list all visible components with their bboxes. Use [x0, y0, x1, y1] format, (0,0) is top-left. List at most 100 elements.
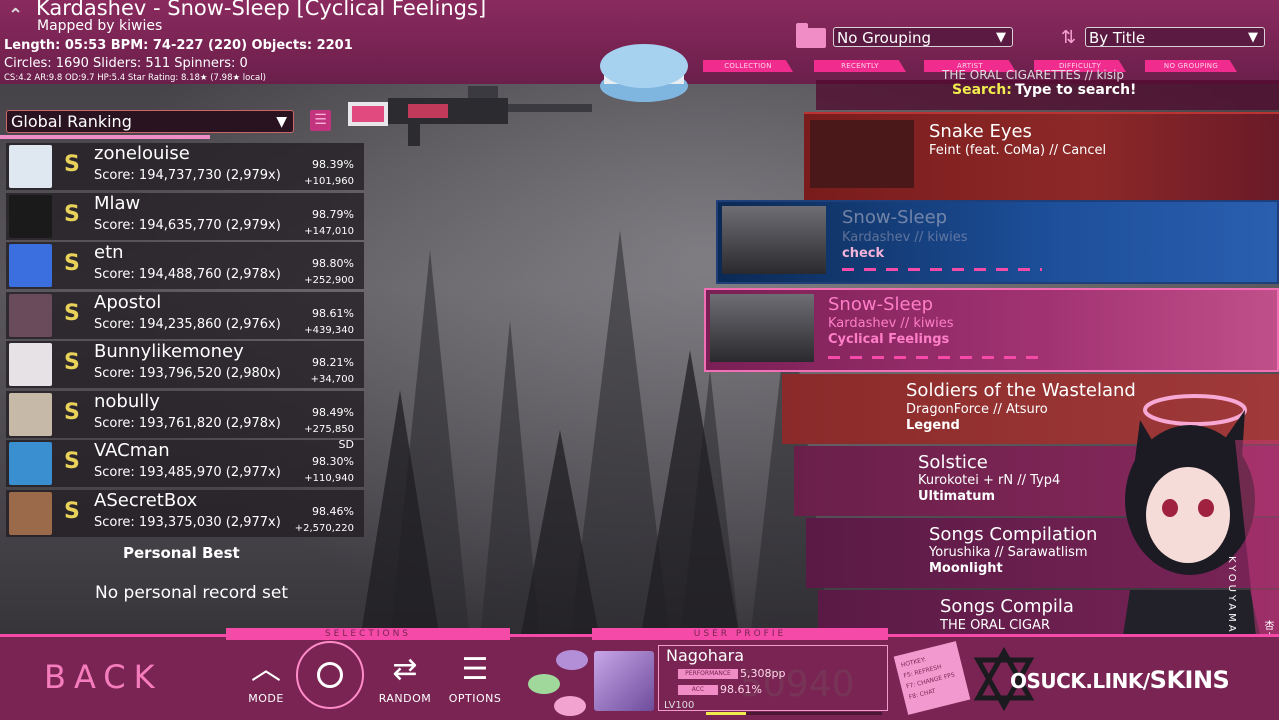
- player-pp: +110,940: [304, 473, 354, 484]
- player-pp: +439,340: [304, 325, 354, 336]
- player-score: Score: 194,635,770 (2,979x): [94, 218, 281, 233]
- player-name: zonelouise: [94, 143, 190, 164]
- chevron-up-icon[interactable]: ⌃: [8, 5, 28, 26]
- song-panel[interactable]: Snake Eyes Feint (feat. CoMa) // Cancel: [804, 112, 1279, 200]
- beatmap-stats-objects: Circles: 1690 Sliders: 511 Spinners: 0: [4, 56, 248, 71]
- player-pp: +101,960: [304, 176, 354, 187]
- star-bar: [842, 268, 1042, 271]
- player-accuracy: 98.30%: [312, 455, 354, 468]
- song-artist: Kardashev // kiwies: [828, 316, 954, 331]
- search-placeholder: Type to search!: [1015, 82, 1137, 98]
- user-pp: 5,308pp: [740, 667, 786, 680]
- sort-arrows-icon: ⇅: [1061, 27, 1077, 48]
- player-mods: SD: [338, 438, 354, 451]
- song-panel-selected[interactable]: Snow-Sleep Kardashev // kiwies Cyclical …: [704, 288, 1279, 372]
- player-accuracy: 98.61%: [312, 307, 354, 320]
- player-accuracy: 98.79%: [312, 208, 354, 221]
- options-button[interactable]: ☰ OPTIONS: [440, 648, 510, 716]
- options-label: OPTIONS: [448, 692, 502, 705]
- player-accuracy: 98.80%: [312, 257, 354, 270]
- avatar[interactable]: [594, 651, 654, 711]
- skin-brand-text: OSUCK.LINK/SKINS: [1010, 666, 1230, 694]
- song-difficulty: Moonlight: [929, 561, 1003, 576]
- song-panel-difficulty[interactable]: Snow-Sleep Kardashev // kiwies check: [716, 200, 1279, 284]
- player-name: Apostol: [94, 292, 162, 313]
- user-accuracy: 98.61%: [720, 683, 762, 696]
- player-accuracy: 98.46%: [312, 505, 354, 518]
- tab-collection[interactable]: COLLECTION: [703, 60, 793, 72]
- song-artist: Yorushika // Sarawatlism: [929, 545, 1088, 560]
- chevron-down-icon: ▼: [996, 30, 1006, 45]
- player-name: Mlaw: [94, 193, 141, 214]
- song-artist-cut: THE ORAL CIGARETTES // kisip: [942, 68, 1124, 82]
- grade-badge: S: [64, 449, 80, 474]
- search-bar[interactable]: THE ORAL CIGARETTES // kisip Search: Typ…: [816, 68, 1279, 110]
- tab-no-grouping[interactable]: NO GROUPING: [1145, 60, 1237, 72]
- search-label: Search:: [952, 82, 1012, 98]
- personal-best-label: Personal Best: [123, 544, 240, 562]
- list-icon[interactable]: ☰: [310, 110, 331, 131]
- song-difficulty: check: [842, 246, 885, 261]
- score-row[interactable]: Snobully Score: 193,761,820 (2,978x) 98.49…: [6, 391, 364, 438]
- random-button[interactable]: ⇄ RANDOM: [370, 648, 440, 716]
- avatar: [9, 294, 52, 337]
- score-row[interactable]: S Bunnylikemoney Score: 193,796,520 (2,980…: [6, 341, 364, 388]
- score-row[interactable]: S Apostol Score: 194,235,860 (2,976x) 98.61…: [6, 292, 364, 339]
- user-name: Nagohara: [666, 646, 745, 665]
- grade-badge: S: [64, 301, 80, 326]
- grade-badge: S: [64, 152, 80, 177]
- user-profile-label: USER PROFIE: [592, 628, 888, 640]
- beatmap-stats-length: Length: 05:53 BPM: 74-227 (220) Objects:…: [4, 38, 353, 53]
- grade-badge: S: [64, 350, 80, 375]
- song-artist: THE ORAL CIGAR: [940, 618, 1050, 633]
- mode-button[interactable]: ︿ MODE: [231, 648, 301, 716]
- ranking-dropdown[interactable]: Global Ranking ▼: [6, 110, 294, 133]
- score-row[interactable]: Szonelouise Score: 194,737,730 (2,979x) 98…: [6, 143, 364, 190]
- player-name: etn: [94, 242, 124, 263]
- osu-mode-icon[interactable]: [296, 641, 364, 709]
- ranking-underline: [0, 135, 210, 139]
- grade-badge: S: [64, 400, 80, 425]
- song-artist: DragonForce // Atsuro: [906, 402, 1048, 417]
- chevron-down-icon: ▼: [276, 114, 287, 130]
- ranking-dropdown-value: Global Ranking: [11, 112, 132, 131]
- avatar: [9, 244, 52, 287]
- sort-dropdown[interactable]: By Title ▼: [1085, 27, 1265, 47]
- song-thumbnail: [710, 294, 814, 362]
- grade-badge: S: [64, 499, 80, 524]
- avatar: [9, 195, 52, 238]
- mode-label: MODE: [248, 692, 284, 705]
- song-difficulty: Ultimatum: [918, 489, 996, 504]
- random-label: RANDOM: [378, 692, 432, 705]
- personal-best-empty: No personal record set: [95, 583, 289, 603]
- score-row[interactable]: Setn Score: 194,488,760 (2,978x) 98.80% +25…: [6, 242, 364, 289]
- avatar: [9, 343, 52, 386]
- xp-bar-fill: [706, 712, 746, 715]
- score-row[interactable]: S Mlaw Score: 194,635,770 (2,979x) 98.79% +1…: [6, 193, 364, 240]
- tab-recently[interactable]: RECENTLY: [814, 60, 906, 72]
- avatar: [9, 393, 52, 436]
- player-score: Score: 193,796,520 (2,980x): [94, 366, 281, 381]
- player-name: nobully: [94, 391, 160, 412]
- beatmap-title: Kardashev - Snow-Sleep [Cyclical Feeling…: [36, 0, 487, 20]
- player-score: Score: 193,761,820 (2,978x): [94, 416, 281, 431]
- player-score: Score: 194,235,860 (2,976x): [94, 317, 281, 332]
- avatar: [9, 492, 52, 535]
- score-row[interactable]: S VACman Score: 193,485,970 (2,977x) SD 98.3…: [6, 438, 364, 487]
- song-artist: Kurokotei + rN // Typ4: [918, 473, 1061, 488]
- star-bar: [828, 356, 1048, 359]
- player-score: Score: 194,737,730 (2,979x): [94, 168, 281, 183]
- sort-value: By Title: [1089, 29, 1146, 47]
- beatmap-stats-difficulty: CS:4.2 AR:9.8 OD:9.7 HP:5.4 Star Rating:…: [4, 73, 266, 83]
- song-title: Solstice: [918, 452, 988, 473]
- selections-label: SELECTIONS: [226, 628, 510, 640]
- grade-badge: S: [64, 202, 80, 227]
- grouping-dropdown[interactable]: No Grouping ▼: [833, 27, 1013, 47]
- player-pp: +2,570,220: [294, 523, 354, 534]
- back-button[interactable]: BACK: [44, 658, 163, 696]
- player-accuracy: 98.21%: [312, 356, 354, 369]
- score-row[interactable]: S ASecretBox Score: 193,375,030 (2,977x) 98…: [6, 490, 364, 537]
- song-artist: Feint (feat. CoMa) // Cancel: [929, 143, 1107, 158]
- song-thumbnail: [722, 206, 826, 274]
- song-difficulty: Cyclical Feelings: [828, 332, 950, 347]
